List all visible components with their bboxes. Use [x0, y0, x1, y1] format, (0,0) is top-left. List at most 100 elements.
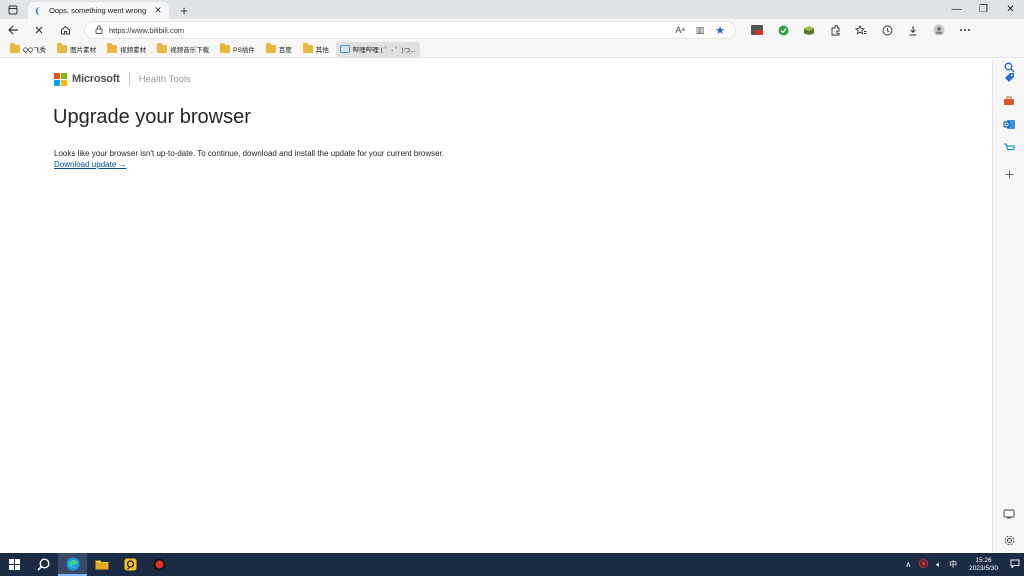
page-content: Microsoft Health Tools Upgrade your brow…: [0, 59, 992, 553]
sidebar-tools-icon[interactable]: [993, 92, 1024, 110]
folder-icon: [157, 43, 168, 53]
navigation-bar: https://www.bilibili.com Aᵃ ▥ ★: [0, 19, 1024, 41]
bookmark-label: 其他: [315, 47, 329, 54]
search-button[interactable]: [29, 553, 58, 576]
taskbar-recorder[interactable]: [145, 553, 174, 576]
taskbar-edge[interactable]: [58, 553, 87, 576]
folder-icon: [107, 43, 118, 53]
history-icon[interactable]: [874, 19, 900, 41]
folder-icon: [220, 43, 231, 53]
bookmark-label: 视频素材: [120, 47, 147, 54]
bookmark-folder[interactable]: 百度: [262, 42, 296, 57]
ime-indicator[interactable]: 中: [949, 559, 957, 570]
edge-loading-icon: ❨: [34, 5, 42, 16]
page-description: Looks like your browser isn't up-to-date…: [54, 149, 445, 158]
bookmark-label: QQ飞秀: [23, 47, 47, 54]
tab-actions-button[interactable]: [0, 0, 26, 19]
screen: ❨ Oops, something went wrong ✕ + — ❐ ✕ h…: [0, 0, 1024, 576]
brand-name: Microsoft: [72, 73, 120, 85]
yellow-app-icon: [124, 558, 137, 571]
brand-header: Microsoft Health Tools: [54, 72, 191, 86]
microsoft-logo-icon: [54, 72, 67, 86]
record-icon: [153, 558, 166, 571]
bookmark-folder[interactable]: 视频音乐下载: [153, 42, 213, 57]
read-aloud-icon[interactable]: Aᵃ: [673, 25, 687, 35]
favorites-icon[interactable]: [848, 19, 874, 41]
bookmark-label: 百度: [278, 47, 292, 54]
extension-cube-icon[interactable]: [796, 19, 822, 41]
sidebar-cart-icon[interactable]: [993, 139, 1024, 157]
back-button[interactable]: [0, 19, 26, 41]
close-icon: [35, 26, 43, 34]
bookmarks-bar: QQ飞秀 图片素材 视频素材 视频音乐下载 PS插件 百度 其他 哔哩哔哩 ( …: [0, 41, 1024, 58]
toolbar-extensions: [744, 19, 978, 41]
address-bar[interactable]: https://www.bilibili.com Aᵃ ▥ ★: [84, 21, 736, 39]
window-controls: — ❐ ✕: [943, 0, 1024, 19]
record-tray-icon[interactable]: [919, 559, 929, 570]
taskbar-app-yellow[interactable]: [116, 553, 145, 576]
extension-green-icon[interactable]: [770, 19, 796, 41]
sidebar-shopping-tag-icon[interactable]: [993, 68, 1024, 86]
folder-icon: [10, 43, 20, 53]
close-window-button[interactable]: ✕: [997, 0, 1024, 19]
url-text[interactable]: https://www.bilibili.com: [109, 26, 673, 35]
bookmark-label: PS插件: [233, 47, 255, 54]
search-icon: [37, 558, 50, 571]
bookmark-folder[interactable]: PS插件: [216, 42, 259, 57]
home-button[interactable]: [52, 19, 78, 41]
chevron-up-icon[interactable]: ∧: [905, 560, 911, 569]
windows-taskbar: ∧ 🔈︎ 中 15:26 2023/5/30: [0, 553, 1024, 576]
tab-actions-icon: [8, 5, 18, 14]
extensions-puzzle-icon[interactable]: [822, 19, 848, 41]
favorite-star-icon[interactable]: ★: [713, 24, 727, 37]
edge-sidebar: [992, 59, 1024, 553]
folder-icon: [302, 43, 313, 53]
lock-icon: [95, 25, 109, 36]
volume-icon[interactable]: 🔈︎: [936, 560, 941, 570]
windows-logo-icon: [9, 559, 20, 570]
page-title: Upgrade your browser: [53, 106, 251, 128]
extension-video-icon[interactable]: [744, 19, 770, 41]
sidebar-outlook-icon[interactable]: [993, 115, 1024, 133]
bookmark-folder[interactable]: QQ飞秀: [6, 42, 50, 57]
bookmark-label: 哔哩哔哩 ( ゜- ゜)つ...: [352, 47, 416, 54]
download-update-link[interactable]: Download update →: [54, 160, 127, 169]
bilibili-tv-icon: [339, 45, 350, 53]
folder-icon: [265, 43, 276, 53]
new-tab-button[interactable]: +: [175, 2, 193, 19]
bookmark-label: 视频音乐下载: [170, 47, 210, 54]
clock-date: 2023/5/30: [969, 564, 998, 572]
more-menu-icon[interactable]: [952, 19, 978, 41]
sidebar-add-icon[interactable]: [993, 165, 1024, 183]
start-button[interactable]: [0, 553, 29, 576]
folder-icon: [57, 43, 68, 53]
tab-title: Oops, something went wrong: [49, 6, 147, 15]
back-arrow-icon: [8, 25, 18, 35]
stop-loading-button[interactable]: [26, 19, 52, 41]
sidebar-screenshot-icon[interactable]: [993, 505, 1024, 523]
home-icon: [60, 25, 70, 35]
address-bar-icons: Aᵃ ▥ ★: [673, 24, 735, 37]
downloads-icon[interactable]: [900, 19, 926, 41]
immersive-reader-icon[interactable]: ▥: [693, 25, 707, 36]
notification-icon[interactable]: [1010, 559, 1020, 570]
profile-avatar[interactable]: [926, 19, 952, 41]
sidebar-settings-icon[interactable]: [993, 531, 1024, 549]
brand-divider: [128, 72, 130, 86]
taskbar-file-explorer[interactable]: [87, 553, 116, 576]
bookmark-folder[interactable]: 其他: [299, 42, 333, 57]
bookmark-folder[interactable]: 图片素材: [53, 42, 100, 57]
system-tray: ∧ 🔈︎ 中 15:26 2023/5/30: [901, 553, 1024, 576]
browser-tab[interactable]: ❨ Oops, something went wrong ✕: [28, 2, 169, 19]
clock-time: 15:26: [975, 556, 992, 564]
edge-icon: [66, 557, 79, 570]
folder-icon: [95, 560, 108, 570]
bookmark-folder[interactable]: 视频素材: [103, 42, 150, 57]
restore-button[interactable]: ❐: [970, 0, 997, 19]
tab-strip: ❨ Oops, something went wrong ✕ + — ❐ ✕: [0, 0, 1024, 19]
tab-close-icon[interactable]: ✕: [153, 5, 163, 16]
bookmark-bilibili[interactable]: 哔哩哔哩 ( ゜- ゜)つ...: [335, 41, 420, 57]
clock[interactable]: 15:26 2023/5/30: [969, 557, 998, 573]
product-name: Health Tools: [138, 73, 191, 85]
minimize-button[interactable]: —: [943, 0, 970, 19]
